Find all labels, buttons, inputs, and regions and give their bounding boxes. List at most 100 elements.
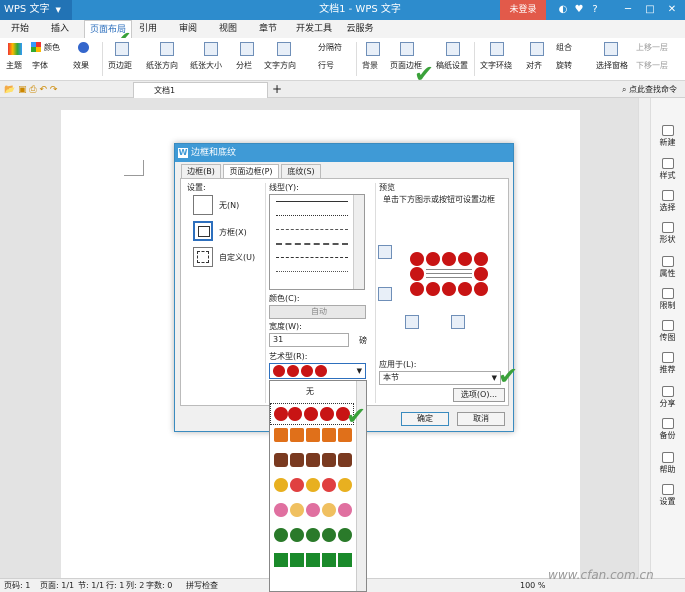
- tab-page-border[interactable]: 页面边框(P): [223, 164, 279, 179]
- manuscript-icon: [446, 42, 460, 56]
- font-button[interactable]: 字体: [32, 60, 48, 71]
- search-command-field[interactable]: ⌕ 点此查找命令: [622, 84, 677, 95]
- panel-settings[interactable]: 设置: [650, 484, 685, 507]
- panel-style[interactable]: 样式: [650, 158, 685, 181]
- line-style-scrollbar[interactable]: [353, 195, 364, 289]
- line-style-item[interactable]: [276, 229, 348, 230]
- options-button[interactable]: 选项(O)...: [453, 388, 505, 402]
- right-border-toggle[interactable]: [451, 315, 465, 329]
- tab-references[interactable]: 引用: [134, 20, 162, 38]
- panel-backup[interactable]: 备份: [650, 418, 685, 441]
- vertical-scrollbar[interactable]: [638, 98, 650, 578]
- quick-access-icons[interactable]: 📂 ▣ ⎙ ↶ ↷: [4, 85, 57, 95]
- ok-button[interactable]: 确定: [401, 412, 449, 426]
- art-option-ice-cream[interactable]: [274, 503, 356, 523]
- panel-restrict[interactable]: 限制: [650, 288, 685, 311]
- art-option-trees[interactable]: [274, 553, 356, 573]
- panel-shape[interactable]: 形状: [650, 222, 685, 245]
- tab-cloud[interactable]: 云服务: [342, 20, 378, 38]
- bring-forward-button[interactable]: 上移一层: [636, 42, 668, 53]
- color-button[interactable]: 颜色: [44, 42, 60, 53]
- effect-button[interactable]: 效果: [73, 60, 89, 71]
- margin-button[interactable]: 页边距: [108, 60, 132, 71]
- line-style-item[interactable]: [276, 257, 348, 258]
- tab-review[interactable]: 审阅: [174, 20, 202, 38]
- effect-circle-icon: [78, 42, 89, 53]
- tree-icon: [322, 553, 336, 567]
- panel-new[interactable]: 新建: [650, 125, 685, 148]
- art-option-balloons[interactable]: [274, 478, 356, 498]
- line-style-item[interactable]: [276, 243, 348, 245]
- setting-custom-label[interactable]: 自定义(U): [219, 253, 255, 263]
- paper-size-button[interactable]: 纸张大小: [190, 60, 222, 71]
- setting-box-label[interactable]: 方框(X): [219, 228, 247, 238]
- skin-icon[interactable]: ◐: [556, 0, 570, 20]
- columns-button[interactable]: 分栏: [236, 60, 252, 71]
- apple-icon: [442, 282, 456, 296]
- restore-button[interactable]: □: [640, 0, 660, 20]
- tab-shading[interactable]: 底纹(S): [281, 164, 321, 178]
- border-preview[interactable]: [410, 252, 488, 296]
- add-tab-button[interactable]: +: [272, 82, 282, 97]
- apply-select[interactable]: 本节 ▼: [379, 371, 501, 385]
- tab-insert[interactable]: 插入: [46, 20, 74, 38]
- setting-custom-icon[interactable]: [193, 247, 213, 267]
- cancel-button[interactable]: 取消: [457, 412, 505, 426]
- art-option-apples[interactable]: [270, 403, 354, 425]
- document-tab[interactable]: 文档1: [133, 82, 268, 98]
- theme-button[interactable]: 主题: [6, 60, 22, 71]
- tab-start[interactable]: 开始: [6, 20, 34, 38]
- apple-icon: [274, 407, 288, 421]
- panel-upload-image[interactable]: 传图: [650, 320, 685, 343]
- feedback-icon[interactable]: ♥: [572, 0, 586, 20]
- setting-none-icon[interactable]: [193, 195, 213, 215]
- tab-borders[interactable]: 边框(B): [181, 164, 221, 178]
- bottom-border-toggle[interactable]: [378, 287, 392, 301]
- orientation-button[interactable]: 纸张方向: [146, 60, 178, 71]
- status-column: 列: 2: [126, 581, 145, 590]
- background-button[interactable]: 背景: [362, 60, 378, 71]
- line-style-item[interactable]: [276, 215, 348, 216]
- art-select[interactable]: ▼: [269, 363, 366, 379]
- manuscript-button[interactable]: 稿纸设置: [436, 60, 468, 71]
- zoom-level[interactable]: 100 %: [520, 580, 545, 591]
- group-button[interactable]: 组合: [556, 42, 572, 53]
- login-button[interactable]: 未登录: [500, 0, 546, 20]
- close-button[interactable]: ✕: [662, 0, 682, 20]
- text-direction-button[interactable]: 文字方向: [264, 60, 296, 71]
- line-style-list[interactable]: [269, 194, 365, 290]
- art-option-peppers[interactable]: [274, 528, 356, 548]
- art-option-cakes[interactable]: [274, 453, 356, 473]
- help-icon[interactable]: ?: [588, 0, 602, 20]
- status-word-count[interactable]: 字数: 0: [146, 580, 172, 591]
- rotate-button[interactable]: 旋转: [556, 60, 572, 71]
- align-button[interactable]: 对齐: [526, 60, 542, 71]
- spell-check-toggle[interactable]: 拼写检查: [186, 580, 218, 591]
- color-select[interactable]: 自动: [269, 305, 366, 319]
- art-option-candles[interactable]: [274, 428, 356, 448]
- panel-properties[interactable]: 属性: [650, 256, 685, 279]
- top-border-toggle[interactable]: [378, 245, 392, 259]
- tab-view[interactable]: 视图: [214, 20, 242, 38]
- panel-share[interactable]: 分享: [650, 386, 685, 409]
- setting-box-icon[interactable]: [193, 221, 213, 241]
- minimize-button[interactable]: ─: [618, 0, 638, 20]
- line-style-item[interactable]: [276, 201, 348, 202]
- panel-settings-label: 设置: [659, 497, 676, 506]
- panel-help[interactable]: 帮助: [650, 452, 685, 475]
- separator-button[interactable]: 分隔符: [318, 42, 342, 53]
- panel-recommend[interactable]: 推荐: [650, 352, 685, 375]
- tab-chapter[interactable]: 章节: [254, 20, 282, 38]
- text-wrap-button[interactable]: 文字环绕: [480, 60, 512, 71]
- setting-none-label[interactable]: 无(N): [219, 201, 239, 211]
- panel-select[interactable]: 选择: [650, 190, 685, 213]
- line-style-item[interactable]: [276, 271, 348, 272]
- width-input[interactable]: 31: [269, 333, 349, 347]
- line-number-button[interactable]: 行号: [318, 60, 334, 71]
- wps-app-menu-button[interactable]: WPS 文字 ▼: [0, 0, 72, 20]
- tab-developer[interactable]: 开发工具: [292, 20, 336, 38]
- send-backward-button[interactable]: 下移一层: [636, 60, 668, 71]
- select-pane-button[interactable]: 选择窗格: [596, 60, 628, 71]
- left-border-toggle[interactable]: [405, 315, 419, 329]
- art-option-none[interactable]: 无: [306, 387, 314, 397]
